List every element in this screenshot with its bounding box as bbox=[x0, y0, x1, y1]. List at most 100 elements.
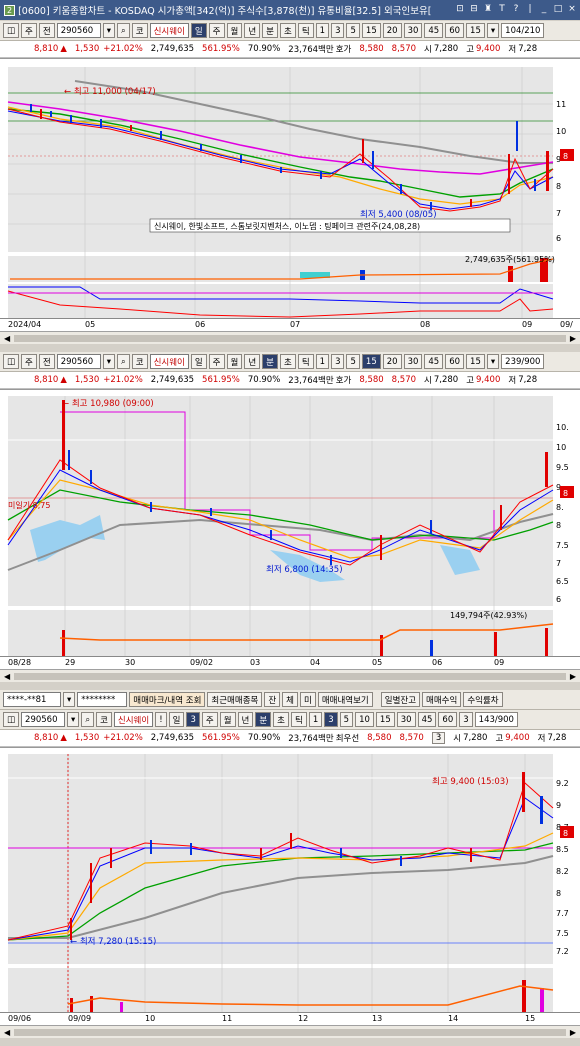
window-control-maximize[interactable]: □ bbox=[552, 2, 564, 16]
panel3-password-input[interactable]: ******** bbox=[77, 692, 128, 707]
panel3-period-minute[interactable]: 분 bbox=[255, 712, 272, 727]
panel3-code-button[interactable]: 코 bbox=[96, 712, 112, 727]
panel1-interval-3[interactable]: 3 bbox=[331, 23, 345, 38]
panel2-scroll-track[interactable] bbox=[14, 672, 566, 680]
panel3-tab-return-rate[interactable]: 수익률차 bbox=[463, 692, 503, 707]
panel2-interval-1[interactable]: 1 bbox=[315, 354, 330, 369]
panel2-period-month[interactable]: 월 bbox=[226, 354, 243, 369]
panel3-interval-3[interactable]: 3 bbox=[324, 712, 338, 727]
panel2-interval-60[interactable]: 60 bbox=[445, 354, 465, 369]
panel2-dropdown-icon[interactable]: ▾ bbox=[102, 354, 115, 369]
panel2-period-day[interactable]: 일 bbox=[190, 354, 207, 369]
panel3-chart-svg[interactable]: 최고 9,400 (15:03) ← 최저 7,280 (15:15) 9.2 9… bbox=[0, 748, 580, 1013]
panel3-stock-name[interactable]: 신시웨이 bbox=[113, 712, 154, 727]
panel3-period-week[interactable]: 주 bbox=[201, 712, 218, 727]
panel1-chart-svg[interactable]: ← 최고 11,000 (04/17) 최저 5,400 (08/05) 신시웨… bbox=[0, 59, 580, 319]
panel1-interval-45[interactable]: 45 bbox=[424, 23, 444, 38]
panel1-chart-icon[interactable]: ◫ bbox=[3, 23, 20, 38]
window-control-split[interactable]: ⊟ bbox=[468, 2, 480, 16]
panel1-code-button[interactable]: 코 bbox=[131, 23, 148, 38]
window-control-minimize[interactable]: _ bbox=[538, 2, 550, 16]
panel1-code-input[interactable]: 290560 bbox=[56, 23, 101, 38]
panel1-period-month[interactable]: 월 bbox=[226, 23, 243, 38]
panel3-tab-recent[interactable]: 최근매매종목 bbox=[207, 692, 263, 707]
panel2-search-icon[interactable]: ⌕ bbox=[116, 354, 130, 369]
panel1-period-day[interactable]: 일 bbox=[190, 23, 207, 38]
panel2-stock-name[interactable]: 신시웨이 bbox=[149, 354, 189, 369]
panel2-period-second[interactable]: 초 bbox=[279, 354, 296, 369]
panel3-interval-45[interactable]: 45 bbox=[417, 712, 437, 727]
panel3-tab-unfilled[interactable]: 미 bbox=[300, 692, 316, 707]
panel2-interval-45[interactable]: 45 bbox=[424, 354, 444, 369]
panel3-period-second[interactable]: 초 bbox=[273, 712, 289, 727]
panel3-tab-daily-balance[interactable]: 일별잔고 bbox=[380, 692, 421, 707]
panel3-tab-balance[interactable]: 잔 bbox=[264, 692, 281, 707]
panel1-all-button[interactable]: 전 bbox=[38, 23, 55, 38]
panel3-account-dropdown-icon[interactable]: ▾ bbox=[63, 692, 76, 707]
panel2-interval-3[interactable]: 3 bbox=[331, 354, 345, 369]
panel3-interval-15[interactable]: 15 bbox=[375, 712, 395, 727]
panel3-alert-button[interactable]: ! bbox=[155, 712, 167, 727]
panel1-period-minute[interactable]: 분 bbox=[262, 23, 278, 38]
panel2-code-input[interactable]: 290560 bbox=[56, 354, 101, 369]
panel1-search-icon[interactable]: ⌕ bbox=[116, 23, 130, 38]
panel3-scrollbar[interactable]: ◀ ▶ bbox=[0, 1025, 580, 1038]
panel1-news-text[interactable]: 신시웨이, 한빛소프트, 스톰보릿지벤처스, 이노뎁 : 팅페이크 관련주(24… bbox=[154, 221, 420, 231]
panel2-interval-15[interactable]: 15 bbox=[361, 354, 381, 369]
panel2-code-button[interactable]: 코 bbox=[131, 354, 148, 369]
panel2-period-year[interactable]: 년 bbox=[244, 354, 261, 369]
panel2-period-tick[interactable]: 틱 bbox=[297, 354, 314, 369]
panel3-tab-filled[interactable]: 체 bbox=[282, 692, 298, 707]
panel3-dropdown-icon[interactable]: ▾ bbox=[67, 712, 80, 727]
panel1-interval-30[interactable]: 30 bbox=[403, 23, 423, 38]
panel3-interval-30[interactable]: 30 bbox=[396, 712, 416, 727]
panel3-select[interactable]: 3 bbox=[431, 732, 446, 744]
panel3-period-tick[interactable]: 틱 bbox=[291, 712, 307, 727]
panel2-interval-30[interactable]: 30 bbox=[403, 354, 423, 369]
panel2-scrollbar[interactable]: ◀ ▶ bbox=[0, 669, 580, 682]
panel1-interval-5[interactable]: 5 bbox=[346, 23, 360, 38]
panel1-scroll-right-icon[interactable]: ▶ bbox=[570, 334, 576, 343]
panel2-interval-dropdown-icon[interactable]: ▾ bbox=[486, 354, 500, 369]
panel2-interval-20[interactable]: 20 bbox=[382, 354, 402, 369]
panel1-chart-area[interactable]: ← 최고 11,000 (04/17) 최저 5,400 (08/05) 신시웨… bbox=[0, 58, 580, 319]
panel1-period-tick[interactable]: 틱 bbox=[297, 23, 314, 38]
panel3-period-day[interactable]: 일 bbox=[168, 712, 185, 727]
window-control-close[interactable]: × bbox=[566, 2, 578, 16]
panel2-all-button[interactable]: 전 bbox=[38, 354, 55, 369]
panel3-period-value[interactable]: 3 bbox=[186, 712, 200, 727]
panel1-dropdown-icon[interactable]: ▾ bbox=[102, 23, 115, 38]
panel1-scroll-track[interactable] bbox=[14, 334, 566, 342]
panel2-market-select[interactable]: 주 bbox=[21, 354, 37, 369]
panel3-tab-history[interactable]: 매매내역보기 bbox=[317, 692, 373, 707]
panel1-interval-15[interactable]: 15 bbox=[361, 23, 381, 38]
panel3-interval-5[interactable]: 5 bbox=[339, 712, 354, 727]
panel2-interval-5[interactable]: 5 bbox=[346, 354, 360, 369]
panel3-interval-60[interactable]: 60 bbox=[438, 712, 458, 727]
panel1-scrollbar[interactable]: ◀ ▶ bbox=[0, 331, 580, 344]
panel1-scroll-left-icon[interactable]: ◀ bbox=[4, 334, 10, 343]
window-control-dock[interactable]: ⊡ bbox=[454, 2, 466, 16]
panel2-chart-area[interactable]: ← 최고 10,980 (09:00) 최저 6,800 (14:35) 미일기… bbox=[0, 389, 580, 657]
panel2-interval-select[interactable]: 15 bbox=[466, 354, 485, 369]
panel2-chart-icon[interactable]: ◫ bbox=[3, 354, 20, 369]
panel1-interval-select[interactable]: 15 bbox=[466, 23, 485, 38]
panel3-tab-profit[interactable]: 매매수익 bbox=[422, 692, 462, 707]
panel1-stock-name[interactable]: 신시웨이 bbox=[149, 23, 189, 38]
panel3-code-input[interactable]: 290560 bbox=[21, 712, 66, 727]
panel1-period-year[interactable]: 년 bbox=[244, 23, 261, 38]
panel2-scroll-left-icon[interactable]: ◀ bbox=[4, 672, 10, 681]
panel1-interval-20[interactable]: 20 bbox=[382, 23, 402, 38]
panel3-search-icon[interactable]: ⌕ bbox=[81, 712, 95, 727]
panel2-period-minute[interactable]: 분 bbox=[262, 354, 278, 369]
panel3-period-month[interactable]: 월 bbox=[219, 712, 236, 727]
panel3-interval-1[interactable]: 1 bbox=[308, 712, 323, 727]
panel3-account-input[interactable]: ****-**81 bbox=[3, 692, 61, 707]
panel3-scroll-left-icon[interactable]: ◀ bbox=[4, 1028, 10, 1037]
panel2-chart-svg[interactable]: ← 최고 10,980 (09:00) 최저 6,800 (14:35) 미일기… bbox=[0, 390, 580, 657]
panel3-chart-area[interactable]: 최고 9,400 (15:03) ← 최저 7,280 (15:15) 9.2 9… bbox=[0, 747, 580, 1013]
panel3-interval-select[interactable]: 3 bbox=[459, 712, 473, 727]
panel3-chart-icon[interactable]: ◫ bbox=[3, 712, 20, 727]
panel1-interval-1[interactable]: 1 bbox=[315, 23, 330, 38]
panel3-scroll-right-icon[interactable]: ▶ bbox=[570, 1028, 576, 1037]
